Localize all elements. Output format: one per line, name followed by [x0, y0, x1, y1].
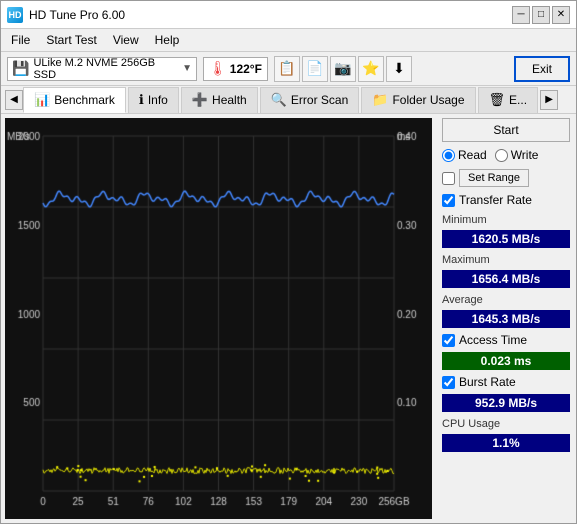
health-tab-icon: ➕ [192, 92, 208, 108]
tab-benchmark-label: Benchmark [54, 93, 115, 107]
temperature-display: 🌡 122°F [203, 57, 268, 81]
tab-next-button[interactable]: ▶ [540, 90, 558, 110]
drive-icon: 💾 [12, 60, 29, 77]
maximum-value: 1656.4 MB/s [442, 270, 570, 288]
tab-health[interactable]: ➕ Health [181, 87, 258, 113]
burst-rate-value: 952.9 MB/s [442, 394, 570, 412]
title-controls: ─ □ ✕ [512, 6, 570, 24]
burst-rate-row: Burst Rate [442, 374, 570, 390]
tab-info[interactable]: ℹ Info [128, 87, 179, 113]
tab-folder-usage-label: Folder Usage [392, 93, 464, 107]
info-tab-icon: ℹ [139, 92, 144, 108]
access-time-row: Access Time [442, 332, 570, 348]
write-label-text: Write [511, 148, 539, 162]
transfer-rate-checkbox[interactable] [442, 194, 455, 207]
tab-extra-label: E... [509, 93, 527, 107]
average-value: 1645.3 MB/s [442, 310, 570, 328]
menu-file[interactable]: File [5, 31, 36, 49]
exit-button[interactable]: Exit [514, 56, 570, 82]
toolbar-icons: 📋 📄 📷 ⭐ ⬇ [274, 56, 412, 82]
set-range-checkbox[interactable] [442, 172, 455, 185]
average-label: Average [442, 294, 570, 306]
title-bar-left: HD HD Tune Pro 6.00 [7, 7, 125, 23]
drive-dropdown-arrow: ▼ [182, 63, 192, 74]
access-time-checkbox[interactable] [442, 334, 455, 347]
tab-extra[interactable]: 🗑 E... [478, 87, 539, 113]
benchmark-tab-icon: 📊 [34, 92, 50, 108]
transfer-rate-label: Transfer Rate [459, 193, 532, 207]
cpu-usage-value: 1.1% [442, 434, 570, 452]
start-button[interactable]: Start [442, 118, 570, 142]
menu-start-test[interactable]: Start Test [40, 31, 102, 49]
error-scan-tab-icon: 🔍 [271, 92, 287, 108]
burst-rate-label: Burst Rate [459, 375, 516, 389]
menubar: File Start Test View Help [1, 29, 576, 52]
radio-group: Read Write [442, 146, 570, 164]
toolbar-btn-2[interactable]: 📄 [302, 56, 328, 82]
access-time-label: Access Time [459, 333, 527, 347]
minimum-value: 1620.5 MB/s [442, 230, 570, 248]
read-label-text: Read [458, 148, 487, 162]
menu-help[interactable]: Help [149, 31, 186, 49]
window-title: HD Tune Pro 6.00 [29, 8, 125, 22]
maximum-label: Maximum [442, 254, 570, 266]
temperature-value: 122°F [230, 62, 262, 76]
toolbar-btn-1[interactable]: 📋 [274, 56, 300, 82]
toolbar-btn-3[interactable]: 📷 [330, 56, 356, 82]
title-bar: HD HD Tune Pro 6.00 ─ □ ✕ [1, 1, 576, 29]
toolbar-btn-5[interactable]: ⬇ [386, 56, 412, 82]
menu-view[interactable]: View [107, 31, 145, 49]
close-button[interactable]: ✕ [552, 6, 570, 24]
burst-rate-checkbox[interactable] [442, 376, 455, 389]
benchmark-chart [5, 118, 432, 519]
tab-info-label: Info [148, 93, 168, 107]
drive-selector[interactable]: 💾 ULike M.2 NVME 256GB SSD ▼ [7, 57, 197, 81]
tab-prev-button[interactable]: ◀ [5, 90, 23, 110]
cpu-usage-label: CPU Usage [442, 418, 570, 430]
read-radio-label[interactable]: Read [442, 148, 487, 162]
tabs-bar: ◀ 📊 Benchmark ℹ Info ➕ Health 🔍 Error Sc… [1, 86, 576, 114]
maximize-button[interactable]: □ [532, 6, 550, 24]
toolbar-btn-4[interactable]: ⭐ [358, 56, 384, 82]
access-time-value: 0.023 ms [442, 352, 570, 370]
tab-health-label: Health [212, 93, 247, 107]
set-range-button[interactable]: Set Range [459, 169, 529, 187]
chart-area [5, 118, 432, 519]
folder-usage-tab-icon: 📁 [372, 92, 388, 108]
read-radio[interactable] [442, 149, 455, 162]
toolbar: 💾 ULike M.2 NVME 256GB SSD ▼ 🌡 122°F 📋 📄… [1, 52, 576, 86]
extra-tab-icon: 🗑 [489, 92, 506, 108]
minimum-label: Minimum [442, 214, 570, 226]
write-radio-label[interactable]: Write [495, 148, 539, 162]
write-radio[interactable] [495, 149, 508, 162]
main-window: HD HD Tune Pro 6.00 ─ □ ✕ File Start Tes… [0, 0, 577, 524]
minimize-button[interactable]: ─ [512, 6, 530, 24]
thermometer-icon: 🌡 [209, 60, 227, 77]
tab-folder-usage[interactable]: 📁 Folder Usage [361, 87, 475, 113]
set-range-row: Set Range [442, 168, 570, 188]
content-area: Start Read Write Set Range Transfer Rate [1, 114, 576, 523]
tab-error-scan-label: Error Scan [291, 93, 348, 107]
right-panel: Start Read Write Set Range Transfer Rate [436, 114, 576, 523]
drive-label: ULike M.2 NVME 256GB SSD [33, 57, 178, 81]
tab-error-scan[interactable]: 🔍 Error Scan [260, 87, 360, 113]
app-icon: HD [7, 7, 23, 23]
tab-benchmark[interactable]: 📊 Benchmark [23, 87, 126, 113]
transfer-rate-row: Transfer Rate [442, 192, 570, 208]
